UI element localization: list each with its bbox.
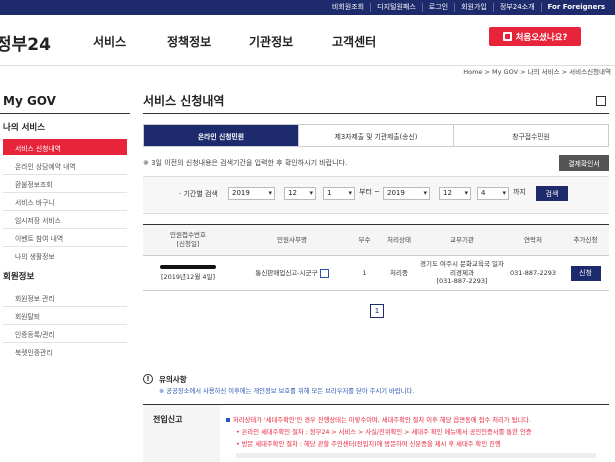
site-logo[interactable]: 정부24 — [0, 30, 51, 55]
sidebar-divider — [0, 113, 130, 114]
to-year-select[interactable]: 2019 — [383, 187, 430, 200]
sidebar-item-member-info[interactable]: 회원정보 관리 — [15, 293, 55, 303]
page-1-button[interactable]: 1 — [370, 304, 384, 318]
from-year-select[interactable]: 2019 — [228, 187, 275, 200]
notice-subtext: ※ 공공장소에서 사용하신 이후에는 개인정보 보호를 위해 모든 브라우저를 … — [159, 388, 415, 395]
page-title: 서비스 신청내역 — [143, 94, 225, 108]
sidebar-item-label: 서비스 신청내역 — [15, 145, 61, 153]
tab-online[interactable]: 온라인 신청민원 — [144, 125, 298, 146]
notice-line-text: 처리상태가 '세대주확인'인 경우 진행상태는 이렇수이며, 세대주확인 절차 … — [233, 417, 531, 424]
col-receipt-no: 민원접수번호 [신청일] — [143, 225, 233, 256]
sidebar-sep — [3, 342, 127, 343]
edit-icon[interactable] — [319, 268, 329, 278]
col-contact: 연락처 — [504, 225, 562, 256]
nav-agency[interactable]: 기관정보 — [249, 33, 293, 50]
to-month-select[interactable]: 12 — [439, 187, 471, 200]
nav-service[interactable]: 서비스 — [93, 33, 126, 50]
sidebar-item-event[interactable]: 이벤트 참여 내역 — [15, 233, 63, 243]
sidebar-title: My GOV — [3, 94, 56, 108]
to-suffix: 까지 — [513, 188, 526, 196]
nav-support[interactable]: 고객센터 — [332, 33, 376, 50]
col-service-name: 민원사무명 — [233, 225, 351, 256]
sidebar-sep — [3, 210, 127, 211]
utility-link-onepass[interactable]: 디지털원패스 — [370, 3, 422, 12]
utility-links: 비회원조회 디지털원패스 로그인 회원가입 정부24소개 For Foreign… — [326, 0, 611, 15]
search-panel: · 기간별 검색 2019 12 1 부터 ~ 2019 12 4 까지 검색 — [143, 176, 609, 214]
sidebar-group-member: 회원정보 — [3, 272, 35, 282]
tab-counter[interactable]: 창구접수민원 — [453, 125, 608, 146]
cell-extra: 신청 — [562, 256, 609, 290]
sidebar-item-withdraw[interactable]: 회원탈퇴 — [15, 311, 40, 321]
tab-third-party[interactable]: 제3자제출 및 기관제출(송신) — [298, 125, 453, 146]
cell-receipt: [2019년12월 4일] — [143, 256, 233, 290]
utility-link-about[interactable]: 정부24소개 — [492, 3, 541, 12]
sidebar-item-booklet[interactable]: 북렛인증관리 — [15, 347, 53, 357]
tab-bar: 온라인 신청민원 제3자제출 및 기관제출(송신) 창구접수민원 — [143, 124, 609, 147]
site-header: 정부24 서비스 정책정보 기관정보 고객센터 처음오셨나요? — [0, 15, 615, 66]
sidebar-sep — [3, 228, 127, 229]
col-copies: 부수 — [351, 225, 378, 256]
from-suffix: 부터 ~ — [359, 188, 380, 196]
sidebar-sep — [3, 192, 127, 193]
utility-link-foreigners[interactable]: For Foreigners — [540, 3, 611, 12]
col-status: 처리상태 — [378, 225, 420, 256]
cell-status: 처리중 — [390, 268, 408, 277]
notice-box-body: 처리상태가 '세대주확인'인 경우 진행상태는 이렇수이며, 세대주확인 절차 … — [220, 405, 609, 462]
notice-line: • 방문 세대주확인 절차 : 해당 관할 주민센터(전입지)에 방문하여 신분… — [236, 441, 501, 448]
notice-box-title: 전입신고 — [153, 415, 183, 424]
sidebar-sep — [3, 174, 127, 175]
utility-link-login[interactable]: 로그인 — [421, 3, 454, 12]
payment-confirm-button[interactable]: 결제확인서 — [559, 155, 609, 171]
utility-link-signup[interactable]: 회원가입 — [454, 3, 493, 12]
sidebar-item-refund[interactable]: 환불정보조회 — [15, 179, 53, 189]
cell-contact: 031-887-2293 — [509, 268, 557, 277]
print-icon[interactable] — [596, 96, 606, 106]
bullet-square-icon — [226, 418, 230, 422]
application-table: 민원접수번호 [신청일] 민원사무명 부수 처리상태 교부기관 연락처 추가신청… — [143, 224, 609, 291]
notice-box: 전입신고 처리상태가 '세대주확인'인 경우 진행상태는 이렇수이며, 세대주확… — [143, 404, 609, 462]
sidebar-item-service-history[interactable]: 서비스 신청내역 — [3, 139, 127, 155]
sidebar-sep — [3, 306, 127, 307]
redacted-number — [160, 264, 216, 269]
cutoff-text — [236, 453, 596, 458]
from-day-select[interactable]: 1 — [323, 187, 355, 200]
title-divider — [143, 113, 609, 114]
nav-policy[interactable]: 정책정보 — [167, 33, 211, 50]
sidebar-sep — [3, 324, 127, 325]
sidebar-item-draft[interactable]: 임시저장 서비스 — [15, 215, 61, 225]
row-divider — [143, 290, 609, 291]
sidebar-group-my-service: 나의 서비스 — [3, 123, 46, 133]
sidebar-item-life[interactable]: 나의 생활정보 — [15, 251, 55, 261]
col-extra: 추가신청 — [562, 225, 609, 256]
notice-line: 처리상태가 '세대주확인'인 경우 진행상태는 이렇수이며, 세대주확인 절차 … — [226, 415, 531, 424]
alert-icon: ! — [143, 374, 153, 384]
sidebar-item-consult[interactable]: 온라인 상담예약 내역 — [15, 161, 76, 171]
from-month-select[interactable]: 12 — [284, 187, 316, 200]
sidebar-item-cert[interactable]: 인증등록/관리 — [15, 329, 55, 339]
notice-title: 유의사항 — [159, 375, 187, 384]
utility-bar: 비회원조회 디지털원패스 로그인 회원가입 정부24소개 For Foreign… — [0, 0, 615, 15]
info-icon — [502, 32, 512, 41]
notice-box-header: 전입신고 — [143, 405, 220, 462]
to-day-select[interactable]: 4 — [477, 187, 509, 200]
col-agency: 교부기관 — [420, 225, 504, 256]
notice-line: • 온라인 세대주확인 절차 : 정부24 > 서비스 > 사실/진위확인 > … — [236, 429, 532, 436]
cell-copies: 1 — [362, 268, 367, 277]
search-button[interactable]: 검색 — [536, 186, 568, 201]
first-visit-button[interactable]: 처음오셨나요? — [489, 27, 581, 46]
breadcrumb: Home > My GOV > 나의 서비스 > 서비스신청내역 — [463, 68, 611, 76]
cell-agency: 경기도 여주시 문화교육국 일자리경제과 [031-887-2293] — [420, 260, 504, 286]
service-name-link[interactable]: 통신판매업신고-시군구 — [255, 269, 317, 278]
apply-button[interactable]: 신청 — [570, 265, 601, 281]
cell-service-name[interactable]: 통신판매업신고-시군구 — [233, 256, 351, 290]
search-note: ※ 3일 이전의 신청내용은 검색기간을 입력한 후 확인하시기 바랍니다. — [143, 159, 348, 167]
sidebar-item-basket[interactable]: 서비스 바구니 — [15, 197, 55, 207]
sidebar-sep — [3, 246, 127, 247]
search-label: · 기간별 검색 — [179, 190, 218, 198]
utility-link-nonmember[interactable]: 비회원조회 — [326, 3, 370, 12]
first-visit-label: 처음오셨나요? — [515, 32, 568, 43]
cell-date: [2019년12월 4일] — [160, 272, 216, 281]
